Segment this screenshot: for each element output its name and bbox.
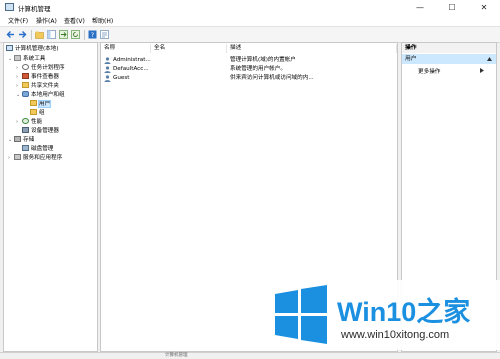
tree-item-performance[interactable]: › 性能 [16, 118, 42, 126]
minimize-button[interactable]: — [404, 0, 436, 15]
actions-section-users[interactable]: 用户 [402, 54, 496, 64]
collapse-up-icon[interactable] [487, 57, 492, 61]
actions-header: 操作 [402, 43, 496, 53]
tree-item-disk-management[interactable]: 磁盘管理 [22, 145, 53, 153]
device-manager-icon [22, 127, 29, 133]
menu-action[interactable]: 操作(A) [36, 16, 57, 25]
computer-management-app-icon [5, 3, 14, 11]
menu-view[interactable]: 查看(V) [64, 16, 85, 25]
expand-chevron-icon[interactable]: › [16, 64, 22, 72]
event-log-icon [22, 73, 29, 79]
table-row[interactable]: Guest 供来宾访问计算机或访问域的内... [103, 74, 393, 83]
back-arrow-icon[interactable] [6, 30, 15, 39]
watermark-brand-win10: Win10 [337, 297, 417, 327]
tree-item-event-viewer[interactable]: › 事件查看器 [16, 73, 59, 81]
folder-icon [30, 100, 37, 106]
refresh-icon[interactable] [71, 30, 80, 39]
svg-text:?: ? [91, 31, 94, 39]
navigation-tree: 计算机管理(本地) ⌄ 系统工具 › 任务计划程序 › 事件查看器 › 共享文件夹 ⌄ 本… [3, 42, 98, 352]
tools-icon [14, 55, 21, 61]
user-name: DefaultAcc... [113, 66, 149, 72]
folder-icon [30, 109, 37, 115]
menu-help[interactable]: 帮助(H) [92, 16, 113, 25]
toolbar: ? [0, 26, 500, 43]
more-actions-item[interactable]: 更多操作 [418, 67, 484, 75]
column-header-fullname[interactable]: 全名 [151, 44, 227, 53]
tree-item-users[interactable]: 用户 [30, 100, 52, 108]
tree-item-shared-folders[interactable]: › 共享文件夹 [16, 82, 59, 90]
user-icon [104, 66, 111, 73]
status-text: 计算机管理 [165, 353, 188, 358]
tree-item-system-tools[interactable]: ⌄ 系统工具 [8, 55, 45, 63]
table-row[interactable]: Administrat... 管理计算机(域)的内置帐户 [103, 56, 393, 65]
shared-folder-icon [22, 82, 29, 88]
expand-chevron-icon[interactable]: › [16, 118, 22, 126]
show-hide-tree-icon[interactable] [47, 30, 56, 39]
user-icon [104, 57, 111, 64]
close-button[interactable]: ✕ [468, 0, 500, 15]
users-group-icon [22, 91, 29, 97]
column-header-description[interactable]: 描述 [227, 44, 397, 53]
forward-arrow-icon[interactable] [18, 30, 27, 39]
tree-item-services-apps[interactable]: › 服务和应用程序 [8, 154, 62, 162]
column-header-name[interactable]: 名称 [101, 44, 151, 53]
up-folder-icon[interactable] [35, 30, 44, 39]
storage-icon [14, 136, 21, 142]
performance-icon [22, 118, 29, 124]
tree-item-storage[interactable]: ⌄ 存储 [8, 136, 34, 144]
user-description: 系统管理的用户帐户。 [230, 66, 286, 72]
help-icon[interactable]: ? [88, 30, 97, 39]
tree-item-local-users-groups[interactable]: ⌄ 本地用户和组 [16, 91, 65, 99]
properties-icon[interactable] [100, 30, 109, 39]
watermark-url: www.win10xitong.com [341, 329, 450, 341]
disk-icon [22, 145, 29, 151]
tree-item-groups[interactable]: 组 [30, 109, 45, 117]
table-row[interactable]: DefaultAcc... 系统管理的用户帐户。 [103, 65, 393, 74]
maximize-button[interactable]: ☐ [436, 0, 468, 15]
user-description: 管理计算机(域)的内置帐户 [230, 57, 296, 63]
menu-bar: 文件(F) 操作(A) 查看(V) 帮助(H) [0, 15, 500, 26]
title-bar: 计算机管理 — ☐ ✕ [0, 0, 500, 15]
user-icon [104, 75, 111, 82]
clock-icon [22, 64, 29, 70]
tree-item-device-manager[interactable]: 设备管理器 [22, 127, 59, 135]
submenu-arrow-icon [480, 68, 484, 73]
watermark-brand-zhijia: 之家 [416, 297, 471, 327]
tree-item-task-scheduler[interactable]: › 任务计划程序 [16, 64, 65, 72]
user-description: 供来宾访问计算机或访问域的内... [230, 75, 314, 81]
window-title: 计算机管理 [18, 5, 51, 13]
user-name: Administrat... [113, 57, 151, 63]
tree-item-root[interactable]: 计算机管理(本地) [6, 45, 59, 53]
menu-file[interactable]: 文件(F) [8, 16, 28, 25]
user-name: Guest [113, 75, 130, 81]
services-icon [14, 154, 21, 160]
computer-icon [6, 45, 13, 51]
export-list-icon[interactable] [59, 30, 68, 39]
site-watermark: Win10之家 www.win10xitong.com [263, 280, 500, 350]
